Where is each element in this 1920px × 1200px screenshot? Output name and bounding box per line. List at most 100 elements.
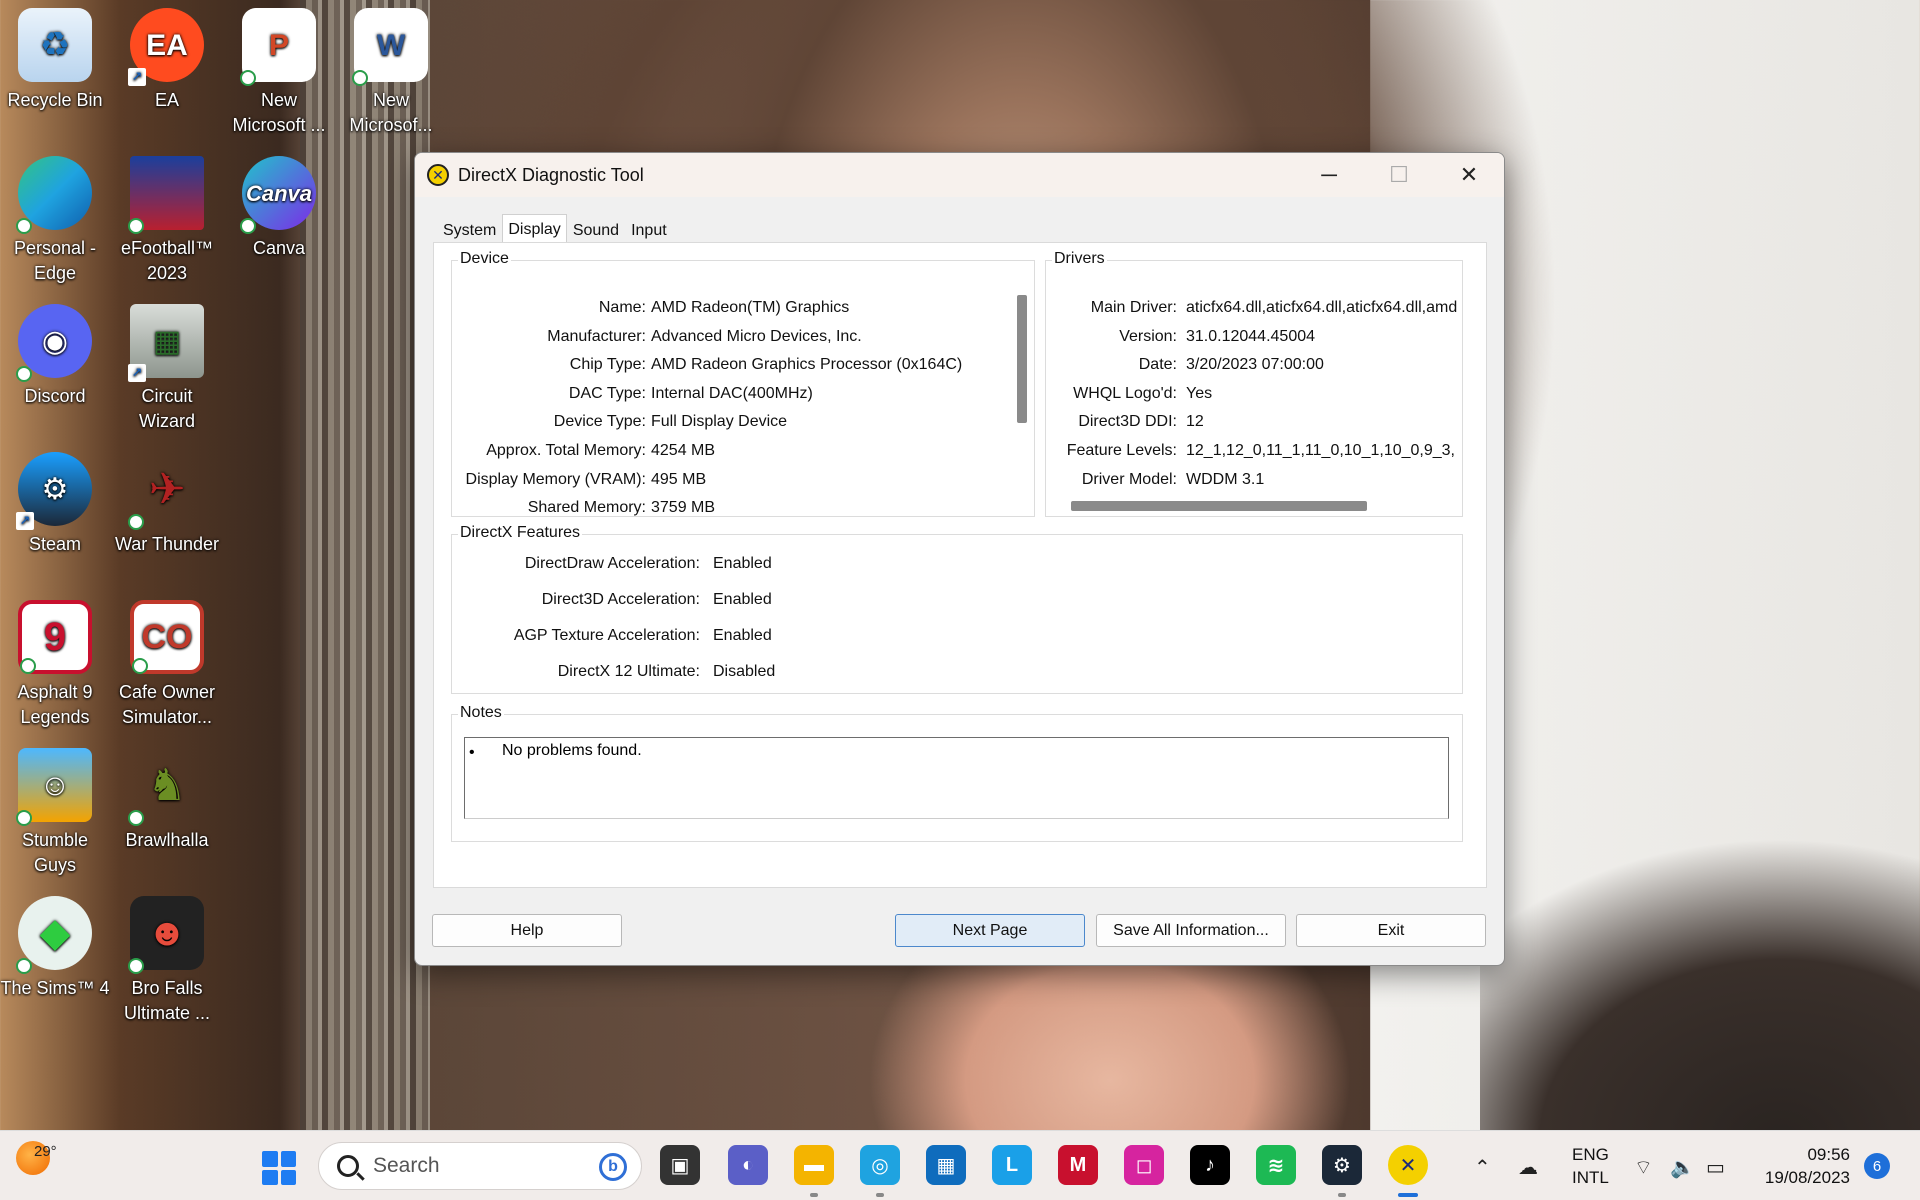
volume-icon[interactable]: 🔈 xyxy=(1670,1155,1695,1180)
save-all-information-button[interactable]: Save All Information... xyxy=(1096,914,1286,947)
drivers-info-list: Main Driver: aticfx64.dll,aticfx64.dll,at… xyxy=(1046,261,1462,496)
desktop-icon-canva[interactable]: Canva Canva xyxy=(224,148,334,261)
device-info-value: Full Display Device xyxy=(651,413,788,431)
notes-bullet: • xyxy=(469,744,475,761)
next-page-button[interactable]: Next Page xyxy=(895,914,1085,947)
directx-feature-label: AGP Texture Acceleration: xyxy=(513,627,700,644)
driver-info-label: Driver Model: xyxy=(1081,470,1177,488)
start-button[interactable] xyxy=(262,1151,296,1185)
tab-sound[interactable]: Sound xyxy=(567,217,625,245)
title-bar[interactable]: ✕ DirectX Diagnostic Tool ─ ☐ ✕ xyxy=(415,153,1504,197)
clock-time: 09:56 xyxy=(1807,1145,1850,1164)
drivers-horizontal-scrollbar[interactable] xyxy=(1071,501,1367,511)
steam-icon[interactable]: ⚙ xyxy=(1322,1145,1362,1197)
tiktok-icon[interactable]: ♪ xyxy=(1190,1145,1230,1185)
driver-info-label: Main Driver: xyxy=(1090,299,1177,316)
tab-system[interactable]: System xyxy=(437,217,502,245)
desktop-icon-brawlhalla[interactable]: ♞ Brawlhalla xyxy=(112,740,222,853)
taskbar-search[interactable]: Search b xyxy=(318,1142,642,1190)
directx-feature-value: Enabled xyxy=(713,555,772,572)
onedrive-cloud-icon[interactable]: ☁ xyxy=(1518,1155,1538,1180)
directx-feature-label: Direct3D Acceleration: xyxy=(541,591,700,608)
desktop-icon-circuit-wizard[interactable]: ▦ ↗ Circuit Wizard xyxy=(112,296,222,434)
microsoft-store-icon[interactable]: ▦ xyxy=(926,1145,966,1185)
teams-chat-icon[interactable]: ◐ xyxy=(728,1145,768,1185)
file-explorer-icon[interactable]: ▬ xyxy=(794,1145,834,1197)
war-thunder-icon: ✈ xyxy=(128,452,204,530)
bro-falls-icon: ☻ xyxy=(128,896,204,974)
keyboard-layout: INTL xyxy=(1572,1168,1609,1187)
desktop-icon-stumble-guys[interactable]: ☺ Stumble Guys xyxy=(0,740,110,878)
desktop-icon-sims[interactable]: ◆ The Sims™ 4 xyxy=(0,888,110,1001)
brawlhalla-icon: ♞ xyxy=(128,748,204,826)
desktop-icon-cafe-owner[interactable]: CO Cafe Owner Simulator... xyxy=(112,592,222,730)
driver-info-label: Date: xyxy=(1138,356,1177,374)
help-button[interactable]: Help xyxy=(432,914,622,947)
instagram-icon[interactable]: ◻ xyxy=(1124,1145,1164,1185)
weather-temperature: 29° xyxy=(34,1143,57,1160)
desktop-icon-label: Recycle Bin xyxy=(7,90,103,110)
desktop-icon-edge[interactable]: Personal - Edge xyxy=(0,148,110,286)
notes-group: Notes • No problems found. xyxy=(451,704,1463,842)
desktop-icon-label: Bro Falls Ultimate ... xyxy=(123,978,211,1023)
edge-icon[interactable]: ◎ xyxy=(860,1145,900,1197)
desktop-icon-steam[interactable]: ⚙ ↗ Steam xyxy=(0,444,110,557)
discord-icon: ◉ xyxy=(16,304,92,382)
bing-icon[interactable]: b xyxy=(599,1153,627,1181)
l-app-icon[interactable]: L xyxy=(992,1145,1032,1185)
wifi-icon[interactable]: ⌔ xyxy=(1634,1155,1653,1180)
device-info-label: Manufacturer: xyxy=(547,327,646,345)
spotify-icon[interactable]: ≋ xyxy=(1256,1145,1296,1185)
language-code: ENG xyxy=(1572,1145,1609,1164)
device-info-label: DAC Type: xyxy=(568,384,646,402)
driver-info-value: 31.0.12044.45004 xyxy=(1186,327,1316,345)
device-vertical-scrollbar[interactable] xyxy=(1017,295,1027,423)
desktop-icon-label: Discord xyxy=(24,386,86,406)
desktop-icon-label: New Microsof... xyxy=(349,90,433,135)
directx-feature-value: Disabled xyxy=(713,663,776,680)
notification-badge[interactable]: 6 xyxy=(1864,1153,1890,1179)
device-info-value: AMD Radeon Graphics Processor (0x164C) xyxy=(651,356,963,374)
desktop-icon-asphalt[interactable]: 9 Asphalt 9 Legends xyxy=(0,592,110,730)
driver-info-label: Direct3D DDI: xyxy=(1078,413,1177,431)
directx-icon[interactable]: ✕ xyxy=(1388,1145,1428,1197)
desktop-icon-powerpoint[interactable]: P New Microsoft ... xyxy=(224,0,334,138)
desktop-icon-war-thunder[interactable]: ✈ War Thunder xyxy=(112,444,222,557)
efootball-icon xyxy=(128,156,204,234)
desktop-icon-ea[interactable]: EA ↗ EA xyxy=(112,0,222,113)
device-info-label: Approx. Total Memory: xyxy=(486,442,646,459)
device-group: Device Name: AMD Radeon(TM) Graphics Manuf… xyxy=(451,250,1035,517)
wallpaper-shoulder xyxy=(1480,820,1920,1130)
desktop-icon-discord[interactable]: ◉ Discord xyxy=(0,296,110,409)
minimize-button[interactable]: ─ xyxy=(1294,153,1364,197)
battery-charging-icon[interactable]: ▭ xyxy=(1706,1155,1725,1180)
desktop-icon-word[interactable]: W New Microsof... xyxy=(336,0,446,138)
canva-icon: Canva xyxy=(240,156,316,234)
clock-date: 19/08/2023 xyxy=(1764,1168,1850,1187)
device-info-value: 4254 MB xyxy=(651,442,716,459)
device-info-value: 3759 MB xyxy=(651,499,716,517)
close-button[interactable]: ✕ xyxy=(1434,153,1504,197)
desktop-icon-recycle-bin[interactable]: ♻ Recycle Bin xyxy=(0,0,110,113)
desktop-icon-bro-falls[interactable]: ☻ Bro Falls Ultimate ... xyxy=(112,888,222,1026)
maximize-button[interactable]: ☐ xyxy=(1364,153,1434,197)
desktop-icon-label: Stumble Guys xyxy=(21,830,89,875)
desktop-icon-label: Canva xyxy=(252,238,306,258)
desktop-icon-label: eFootball™ 2023 xyxy=(120,238,214,283)
task-view-icon[interactable]: ▣ xyxy=(660,1145,700,1185)
exit-button[interactable]: Exit xyxy=(1296,914,1486,947)
desktop-icon-efootball[interactable]: eFootball™ 2023 xyxy=(112,148,222,286)
desktop-icon-label: Circuit Wizard xyxy=(138,386,195,431)
mcafee-icon[interactable]: M xyxy=(1058,1145,1098,1185)
tab-display[interactable]: Display xyxy=(502,214,567,245)
search-placeholder: Search xyxy=(373,1154,440,1177)
show-hidden-icons-chevron-icon[interactable]: ⌃ xyxy=(1474,1155,1491,1180)
drivers-group: Drivers Main Driver: aticfx64.dll,aticfx6… xyxy=(1045,250,1463,517)
steam-icon: ⚙ ↗ xyxy=(16,452,92,530)
tab-input[interactable]: Input xyxy=(625,217,673,245)
sims-icon: ◆ xyxy=(16,896,92,974)
clock[interactable]: 09:56 19/08/2023 xyxy=(1754,1143,1850,1200)
notes-text-area[interactable]: • No problems found. xyxy=(464,737,1449,819)
input-language-indicator[interactable]: ENG INTL xyxy=(1572,1143,1609,1200)
circuit-wizard-icon: ▦ ↗ xyxy=(128,304,204,382)
